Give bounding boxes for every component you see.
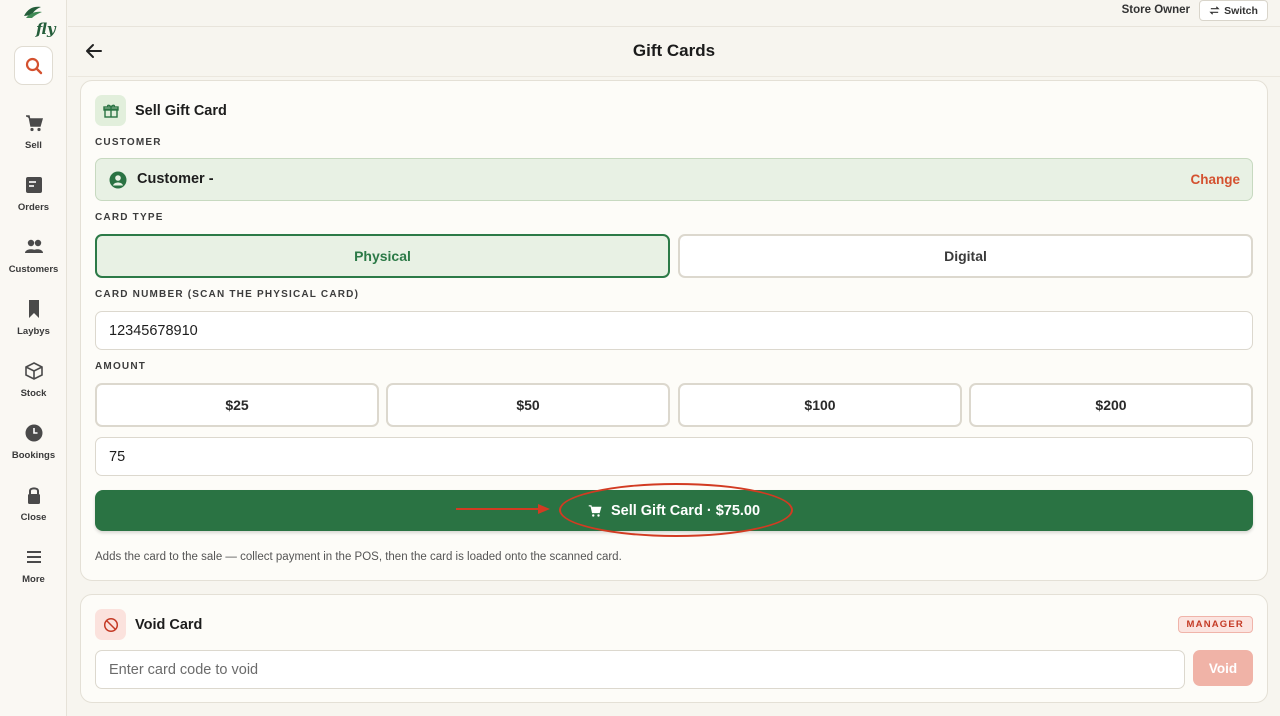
switch-user-button[interactable]: Switch xyxy=(1199,0,1268,21)
change-customer-link[interactable]: Change xyxy=(1190,172,1240,187)
sidebar-item-customers[interactable]: Customers xyxy=(0,235,67,287)
search-button[interactable] xyxy=(14,46,53,85)
void-card-code-input[interactable]: Enter card code to void xyxy=(95,650,1185,689)
sidebar-item-orders[interactable]: Orders xyxy=(0,173,67,225)
void-card-panel: Void Card MANAGER Enter card code to voi… xyxy=(80,594,1268,703)
help-text: Adds the card to the sale — collect paym… xyxy=(95,551,622,563)
card-title: Sell Gift Card xyxy=(135,103,227,119)
logo-text: fly xyxy=(36,20,56,38)
cart-icon xyxy=(25,115,43,132)
block-icon xyxy=(95,609,126,640)
sidebar-item-label: Customers xyxy=(8,264,59,275)
sell-gift-card-panel: Sell Gift Card CUSTOMER Customer - Chang… xyxy=(80,80,1268,581)
sidebar-item-label: Close xyxy=(20,512,47,523)
menu-icon xyxy=(26,551,41,563)
sidebar-item-close[interactable]: Close xyxy=(0,483,67,535)
page-header: Gift Cards xyxy=(68,27,1280,77)
custom-amount-input[interactable]: 75 xyxy=(95,437,1253,476)
lock-icon xyxy=(27,487,40,504)
card-number-label: CARD NUMBER (SCAN THE PHYSICAL CARD) xyxy=(95,289,360,300)
sidebar-item-bookings[interactable]: Bookings xyxy=(0,421,67,473)
box-icon xyxy=(24,362,43,380)
sidebar-item-laybys[interactable]: Laybys xyxy=(0,297,67,349)
sidebar-item-label: Sell xyxy=(25,140,42,151)
sidebar-item-label: Bookings xyxy=(11,450,56,461)
amount-label: AMOUNT xyxy=(95,361,147,372)
customer-label: CUSTOMER xyxy=(95,137,162,148)
bookmark-icon xyxy=(28,300,39,318)
manager-badge: MANAGER xyxy=(1177,616,1253,633)
card-type-physical-button[interactable]: Physical xyxy=(95,234,670,278)
amount-50-button[interactable]: $50 xyxy=(386,383,670,427)
switch-label: Switch xyxy=(1224,4,1258,17)
void-button[interactable]: Void xyxy=(1193,650,1253,686)
sidebar-item-more[interactable]: More xyxy=(0,545,67,597)
sidebar-item-label: Laybys xyxy=(17,326,50,337)
card-type-label: CARD TYPE xyxy=(95,212,164,223)
clock-icon xyxy=(25,424,42,442)
card-type-digital-button[interactable]: Digital xyxy=(678,234,1253,278)
orders-icon xyxy=(25,177,42,193)
card-title: Void Card xyxy=(135,617,203,633)
user-avatar-icon xyxy=(109,171,127,189)
user-role: Store Owner xyxy=(1121,4,1190,16)
sidebar-item-stock[interactable]: Stock xyxy=(0,359,67,411)
sidebar-item-label: Orders xyxy=(17,202,50,213)
card-number-input[interactable]: 12345678910 xyxy=(95,311,1253,350)
sidebar-item-sell[interactable]: Sell xyxy=(0,111,67,163)
amount-100-button[interactable]: $100 xyxy=(678,383,962,427)
amount-25-button[interactable]: $25 xyxy=(95,383,379,427)
sell-gift-card-button[interactable]: Sell Gift Card · $75.00 xyxy=(95,490,1253,531)
gift-icon xyxy=(95,95,126,126)
sidebar-item-label: More xyxy=(22,574,45,585)
sell-button-label: Sell Gift Card · $75.00 xyxy=(610,502,761,519)
swap-icon xyxy=(1209,6,1220,15)
customers-icon xyxy=(24,239,43,253)
sidebar: fly Sell Orders Customers Laybys Stock B… xyxy=(0,0,67,716)
fly-logo[interactable]: fly xyxy=(14,4,56,38)
amount-200-button[interactable]: $200 xyxy=(969,383,1253,427)
cart-icon xyxy=(588,504,602,517)
top-bar: Store Owner Switch xyxy=(68,0,1280,27)
page-title: Gift Cards xyxy=(632,41,716,60)
search-icon xyxy=(25,57,42,74)
customer-name: Customer - xyxy=(137,171,214,187)
customer-selector[interactable]: Customer - Change xyxy=(95,158,1253,201)
sidebar-item-label: Stock xyxy=(20,388,47,399)
